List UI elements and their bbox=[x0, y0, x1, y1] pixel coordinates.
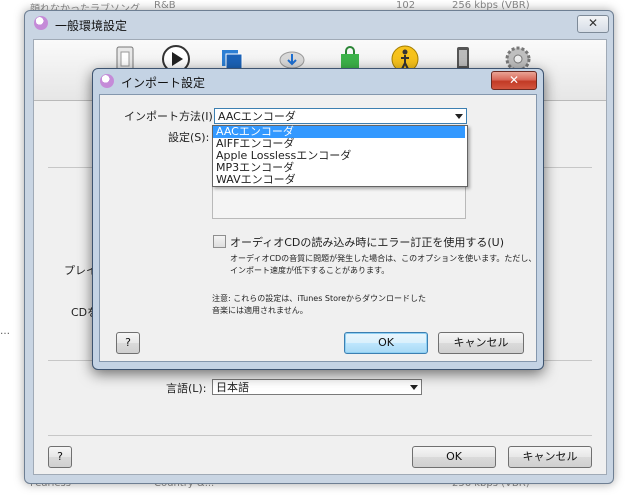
error-correction-label[interactable]: オーディオCDの読み込み時にエラー訂正を使用する(U) bbox=[230, 234, 504, 250]
divider bbox=[48, 435, 592, 436]
language-value: 日本語 bbox=[216, 381, 249, 394]
setting-label: 設定(S): bbox=[168, 131, 210, 144]
help-button[interactable]: ? bbox=[48, 446, 72, 468]
close-button[interactable]: ✕ bbox=[577, 15, 609, 33]
import-dialog-client: インポート方法(I): AACエンコーダ 設定(S): AACエンコーダ AIF… bbox=[99, 94, 537, 362]
dropdown-option[interactable]: WAVエンコーダ bbox=[213, 174, 465, 186]
import-method-label: インポート方法(I): bbox=[124, 110, 217, 123]
import-method-dropdown[interactable]: AACエンコーダ AIFFエンコーダ Apple Losslessエンコーダ M… bbox=[212, 125, 468, 187]
itunes-icon bbox=[100, 74, 114, 88]
import-method-value: AACエンコーダ bbox=[218, 110, 296, 123]
cancel-button[interactable]: キャンセル bbox=[508, 446, 592, 468]
ok-button[interactable]: OK bbox=[412, 446, 496, 468]
error-correction-checkbox[interactable] bbox=[213, 235, 226, 248]
language-label: 言語(L): bbox=[166, 382, 207, 395]
bg-ellipsis: … bbox=[0, 326, 10, 337]
error-correction-description: オーディオCDの音質に問題が発生した場合は、このオプションを使います。ただし、 bbox=[230, 254, 537, 263]
language-select[interactable]: 日本語 bbox=[212, 379, 422, 395]
help-button[interactable]: ? bbox=[116, 332, 140, 354]
window-title: 一般環境設定 bbox=[55, 19, 128, 33]
dialog-title: インポート設定 bbox=[121, 76, 206, 90]
import-method-select[interactable]: AACエンコーダ bbox=[214, 108, 467, 124]
itunes-icon bbox=[34, 16, 48, 30]
cancel-button[interactable]: キャンセル bbox=[438, 332, 524, 354]
note-text: 音楽には適用されません。 bbox=[212, 306, 308, 315]
import-settings-dialog: インポート設定 ✕ インポート方法(I): AACエンコーダ 設定(S): AA… bbox=[92, 68, 544, 370]
ok-button[interactable]: OK bbox=[344, 332, 428, 354]
note-text: 注意: これらの設定は、iTunes Storeからダウンロードした bbox=[212, 294, 427, 303]
close-button[interactable]: ✕ bbox=[491, 71, 537, 90]
chevron-down-icon bbox=[410, 385, 418, 390]
error-correction-description: インポート速度が低下することがあります。 bbox=[230, 266, 390, 275]
chevron-down-icon bbox=[455, 114, 463, 119]
